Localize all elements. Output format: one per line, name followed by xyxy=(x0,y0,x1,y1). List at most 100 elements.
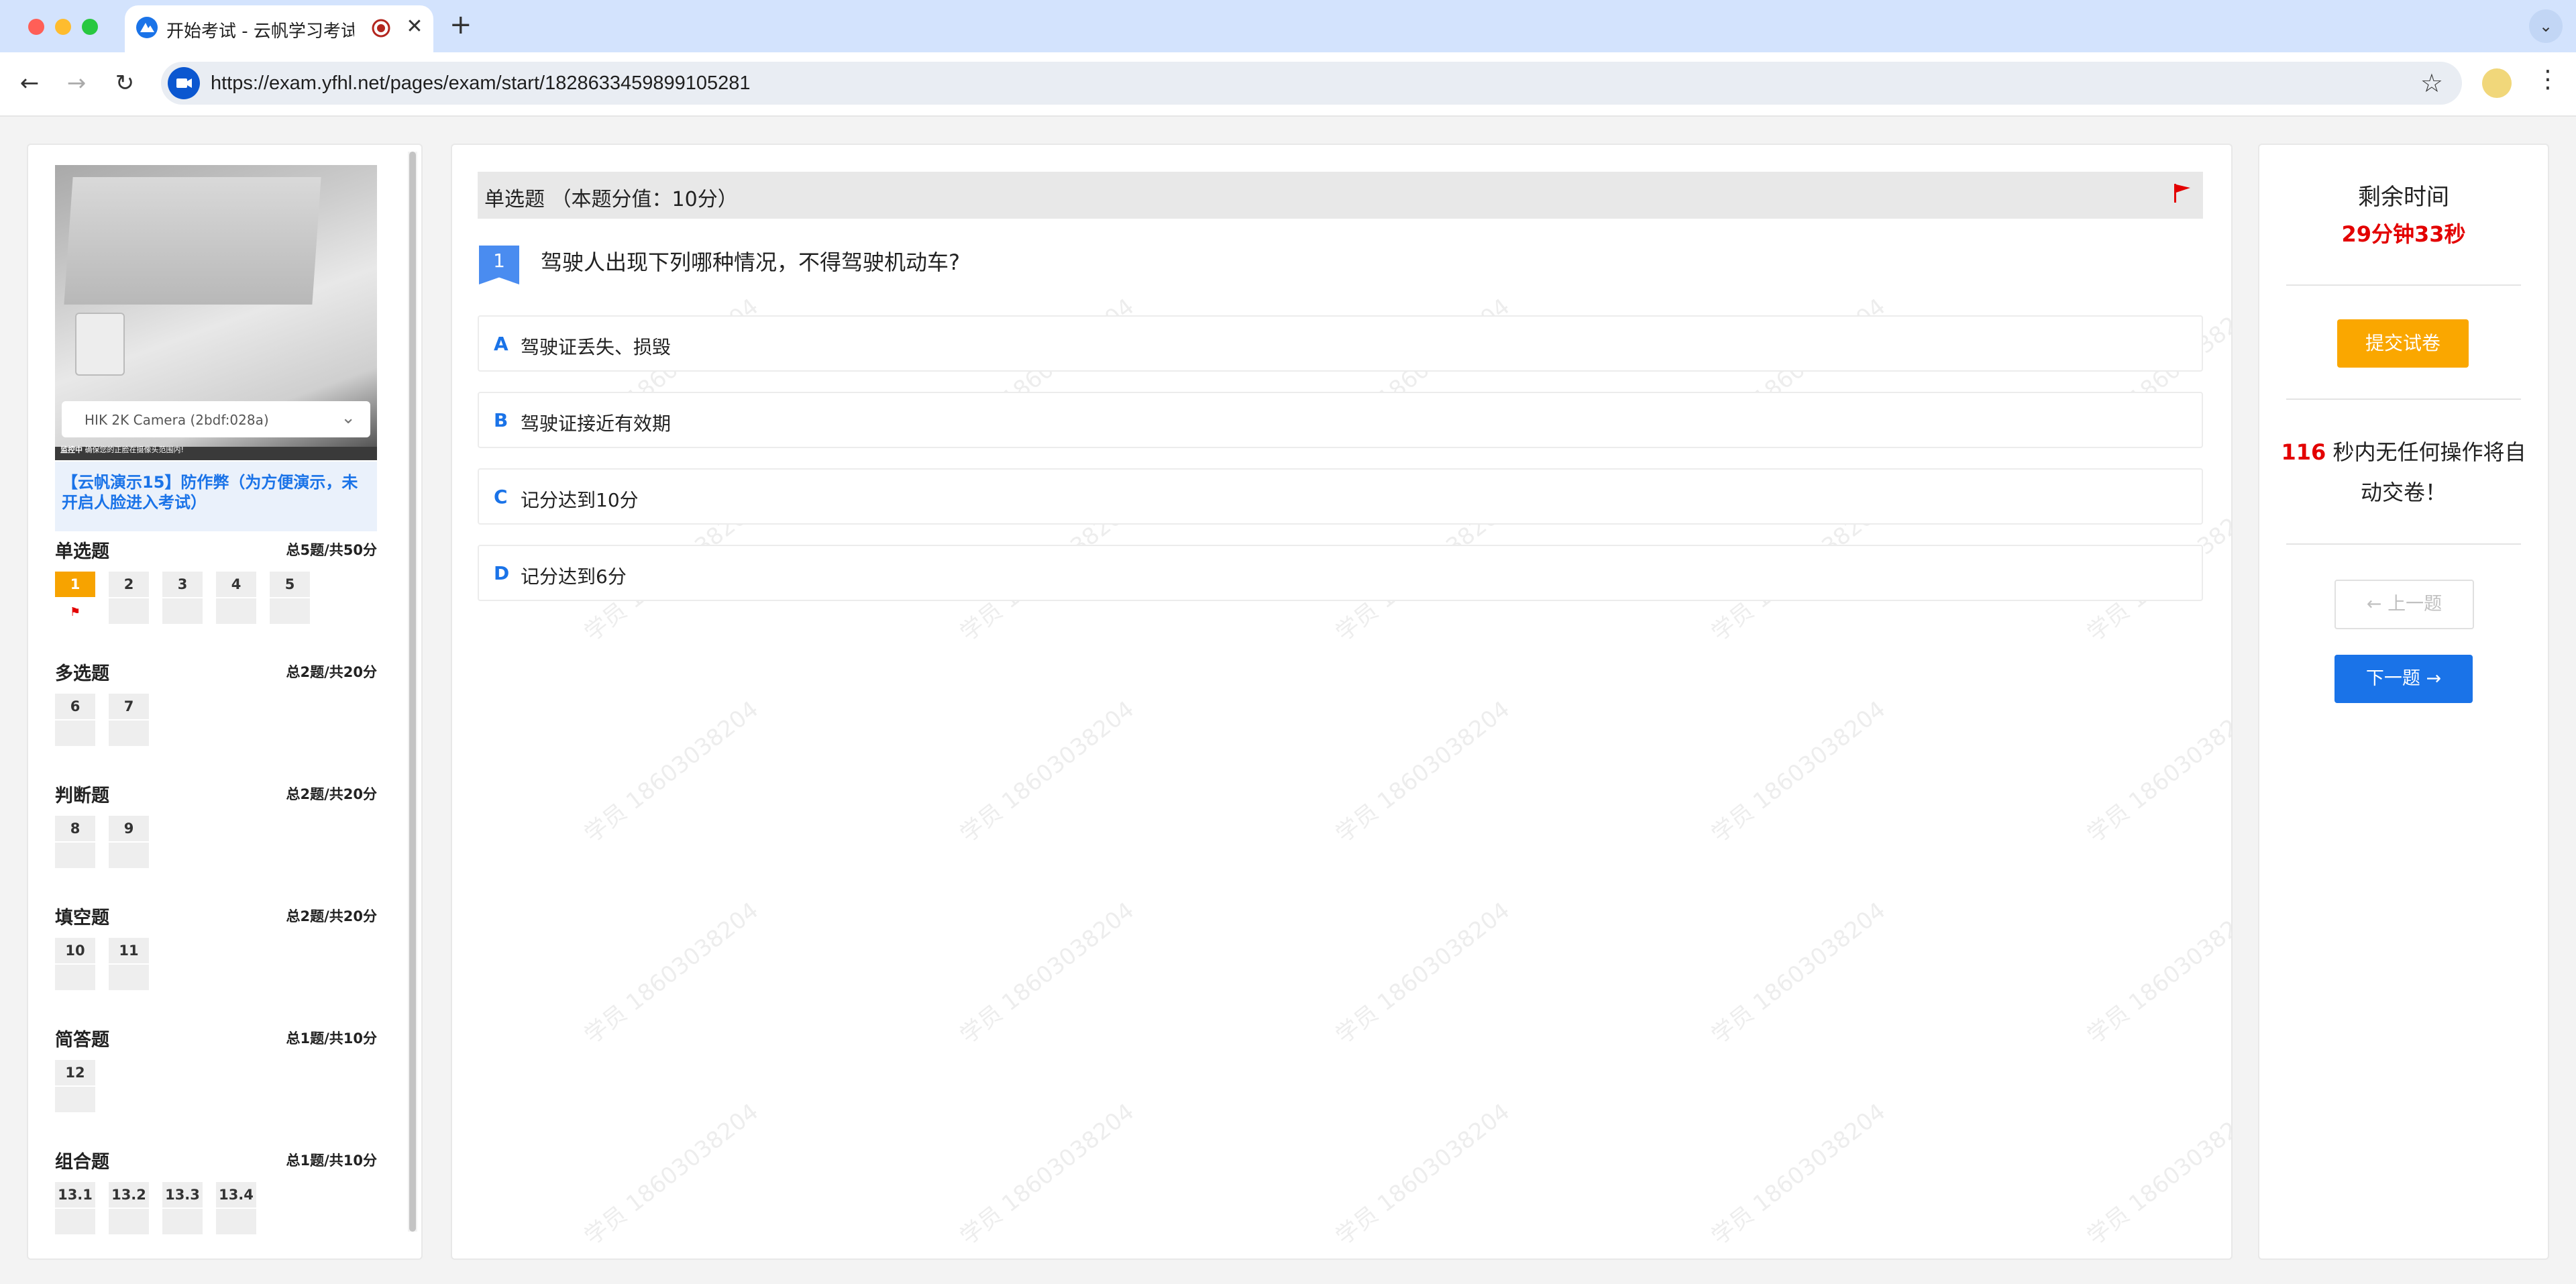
watermark-text: 学员 18603038204 xyxy=(579,1098,764,1250)
divider xyxy=(2286,284,2521,286)
flag-icon: ⚑ xyxy=(70,605,81,619)
question-nav-status xyxy=(216,598,256,624)
section-name: 组合题 xyxy=(55,1152,109,1173)
section-name: 简答题 xyxy=(55,1030,109,1051)
question-nav-status xyxy=(55,1087,95,1112)
divider xyxy=(2286,543,2521,545)
option-text: 记分达到10分 xyxy=(521,489,639,511)
watermark-text: 学员 18603038204 xyxy=(2082,897,2233,1049)
flag-question-icon[interactable] xyxy=(2172,181,2192,205)
minimize-window-button[interactable] xyxy=(55,19,71,35)
question-nav-item[interactable]: 10 xyxy=(55,938,95,990)
section-name: 填空题 xyxy=(55,908,109,928)
section-header: 判断题 总2题/共20分 xyxy=(55,781,377,808)
question-nav-item[interactable]: 9 xyxy=(109,816,149,868)
forward-arrow-icon[interactable]: → xyxy=(62,68,91,98)
section-summary: 总1题/共10分 xyxy=(286,1153,377,1169)
option-c[interactable]: C 记分达到10分 xyxy=(478,468,2203,525)
submit-exam-button[interactable]: 提交试卷 xyxy=(2337,319,2469,368)
question-nav-status xyxy=(109,720,149,746)
question-nav-item[interactable]: 1 ⚑ xyxy=(55,572,95,624)
question-nav-item[interactable]: 13.1 xyxy=(55,1182,95,1234)
option-d[interactable]: D 记分达到6分 xyxy=(478,545,2203,601)
question-text: 驾驶人出现下列哪种情况，不得驾驶机动车? xyxy=(541,250,960,275)
next-question-button[interactable]: 下一题 → xyxy=(2334,655,2473,703)
question-nav-item[interactable]: 4 xyxy=(216,572,256,624)
question-nav-status xyxy=(109,965,149,990)
watermark-text: 学员 18603038204 xyxy=(2082,696,2233,848)
watermark-text: 学员 18603038204 xyxy=(1330,696,1515,848)
option-letter: A xyxy=(494,333,508,355)
question-nav-number: 10 xyxy=(55,938,95,963)
back-arrow-icon[interactable]: ← xyxy=(15,68,44,98)
tab-close-icon[interactable]: ✕ xyxy=(401,15,428,38)
browser-menu-icon[interactable]: ⋮ xyxy=(2536,66,2560,93)
question-nav-status xyxy=(55,720,95,746)
previous-question-button[interactable]: ← 上一题 xyxy=(2334,580,2474,629)
site-favicon-icon xyxy=(136,17,158,38)
question-nav-item[interactable]: 11 xyxy=(109,938,149,990)
scrollbar-thumb[interactable] xyxy=(409,152,416,1232)
question-nav-status xyxy=(216,1209,256,1234)
new-tab-button[interactable]: + xyxy=(449,9,472,40)
question-nav-number: 13.3 xyxy=(162,1182,203,1208)
camera-status-hint: 确保您的正脸在摄像头范围内! xyxy=(85,445,184,454)
recording-indicator-icon xyxy=(372,19,390,38)
profile-avatar[interactable] xyxy=(2482,68,2512,98)
bookmark-star-icon[interactable]: ☆ xyxy=(2420,68,2443,98)
question-nav-status xyxy=(109,843,149,868)
question-type-label: 单选题 （本题分值：10分） xyxy=(484,188,738,211)
option-text: 记分达到6分 xyxy=(521,566,627,588)
watermark-text: 学员 18603038204 xyxy=(955,696,1140,848)
divider xyxy=(2286,398,2521,400)
question-nav-number: 13.4 xyxy=(216,1182,256,1208)
section-header: 填空题 总2题/共20分 xyxy=(55,903,377,930)
camera-status: 监控中 确保您的正脸在摄像头范围内! xyxy=(60,444,184,455)
camera-device-label: HIK 2K Camera (2bdf:028a) xyxy=(85,412,269,428)
sidebar-scrollbar[interactable] xyxy=(408,152,417,1232)
question-nav-number: 4 xyxy=(216,572,256,597)
question-nav-number: 2 xyxy=(109,572,149,597)
question-nav-item[interactable]: 6 xyxy=(55,694,95,746)
maximize-window-button[interactable] xyxy=(82,19,98,35)
question-nav-item[interactable]: 13.2 xyxy=(109,1182,149,1234)
question-nav-number: 9 xyxy=(109,816,149,841)
question-nav-item[interactable]: 13.4 xyxy=(216,1182,256,1234)
option-a[interactable]: A 驾驶证丢失、损毁 xyxy=(478,315,2203,372)
option-b[interactable]: B 驾驶证接近有效期 xyxy=(478,392,2203,448)
question-nav-item[interactable]: 12 xyxy=(55,1060,95,1112)
tab-search-chevron-icon[interactable]: ⌄ xyxy=(2529,9,2563,43)
address-bar[interactable]: https://exam.yfhl.net/pages/exam/start/1… xyxy=(161,62,2462,105)
question-nav-item[interactable]: 5 xyxy=(270,572,310,624)
idle-text: 秒内无任何操作将自动交卷！ xyxy=(2326,439,2526,505)
close-window-button[interactable] xyxy=(28,19,44,35)
watermark-text: 学员 18603038204 xyxy=(1330,897,1515,1049)
question-nav-item[interactable]: 8 xyxy=(55,816,95,868)
reload-icon[interactable]: ↻ xyxy=(110,68,140,98)
url-text[interactable]: https://exam.yfhl.net/pages/exam/start/1… xyxy=(211,72,751,95)
question-nav-number: 11 xyxy=(109,938,149,963)
question-nav-status xyxy=(55,1209,95,1234)
question-nav-item[interactable]: 3 xyxy=(162,572,203,624)
option-letter: C xyxy=(494,486,508,508)
section-summary: 总2题/共20分 xyxy=(286,786,377,802)
question-number-badge: 1 xyxy=(479,246,519,284)
section-summary: 总1题/共10分 xyxy=(286,1030,377,1047)
browser-tab-active[interactable]: 开始考试 - 云帆学习考试系统 ✕ xyxy=(125,5,433,52)
watermark-text: 学员 18603038204 xyxy=(1330,1098,1515,1250)
option-letter: B xyxy=(494,409,508,431)
watermark-text: 学员 18603038204 xyxy=(579,696,764,848)
question-nav-status: ⚑ xyxy=(55,598,95,624)
question-nav-item[interactable]: 13.3 xyxy=(162,1182,203,1234)
section-header: 多选题 总2题/共20分 xyxy=(55,659,377,686)
question-nav-number: 5 xyxy=(270,572,310,597)
question-nav-item[interactable]: 7 xyxy=(109,694,149,746)
question-nav-status xyxy=(162,598,203,624)
answer-sheet-panel: HIK 2K Camera (2bdf:028a) ⌄ 监控中 确保您的正脸在摄… xyxy=(27,144,423,1260)
question-type-bar: 单选题 （本题分值：10分） xyxy=(478,172,2203,219)
camera-device-select[interactable]: HIK 2K Camera (2bdf:028a) ⌄ xyxy=(62,401,370,437)
camera-in-use-icon[interactable] xyxy=(168,67,200,99)
question-nav-item[interactable]: 2 xyxy=(109,572,149,624)
browser-toolbar: ← → ↻ https://exam.yfhl.net/pages/exam/s… xyxy=(0,52,2576,117)
question-nav-number: 13.2 xyxy=(109,1182,149,1208)
